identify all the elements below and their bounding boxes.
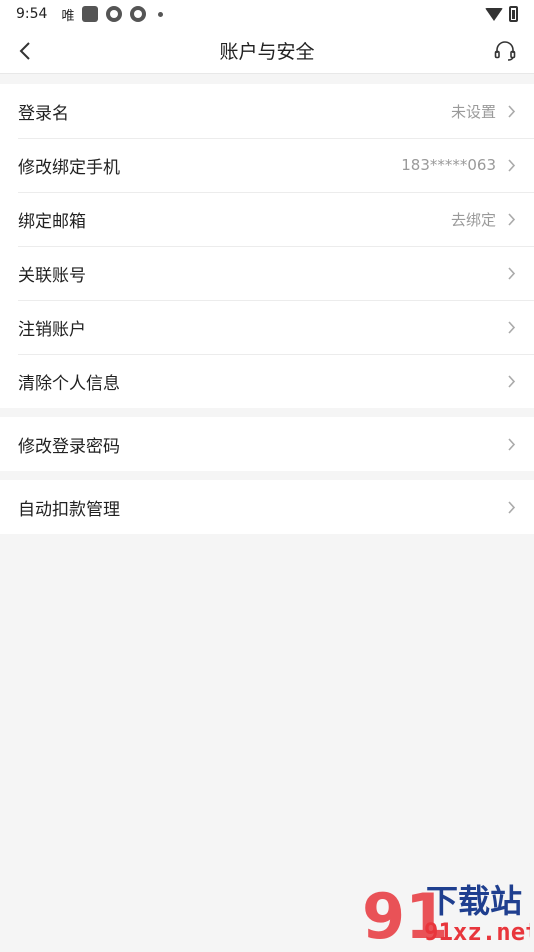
row-linked-accounts[interactable]: 关联账号 (0, 246, 534, 300)
battery-icon (509, 6, 518, 22)
row-value: 未设置 (451, 101, 496, 122)
chevron-right-icon (506, 103, 516, 119)
back-button[interactable] (10, 36, 40, 66)
headset-icon (493, 39, 517, 63)
chevron-right-icon (506, 436, 516, 452)
row-clear-personal-info[interactable]: 清除个人信息 (0, 354, 534, 408)
chevron-right-icon (506, 265, 516, 281)
watermark-url-text: 91xz.net (424, 918, 530, 946)
status-left: 9:54 唯 (16, 5, 163, 24)
row-label: 关联账号 (18, 261, 86, 286)
password-group: 修改登录密码 (0, 417, 534, 471)
chevron-left-icon (18, 40, 32, 62)
account-settings-group: 登录名 未设置 修改绑定手机 183*****063 绑定邮箱 去绑定 关联账号… (0, 84, 534, 408)
row-change-phone[interactable]: 修改绑定手机 183*****063 (0, 138, 534, 192)
row-label: 清除个人信息 (18, 369, 120, 394)
square-app-icon (82, 6, 98, 22)
nav-bar: 账户与安全 (0, 28, 534, 74)
row-value: 去绑定 (451, 209, 496, 230)
chevron-right-icon (506, 499, 516, 515)
app-circle-icon (130, 6, 146, 22)
app-circle-icon (106, 6, 122, 22)
status-time: 9:54 (16, 6, 47, 22)
row-value: 183*****063 (401, 156, 496, 174)
row-auto-debit-management[interactable]: 自动扣款管理 (0, 480, 534, 534)
page-title: 账户与安全 (219, 37, 314, 64)
row-delete-account[interactable]: 注销账户 (0, 300, 534, 354)
row-login-name[interactable]: 登录名 未设置 (0, 84, 534, 138)
chevron-right-icon (506, 211, 516, 227)
row-label: 自动扣款管理 (18, 495, 120, 520)
status-carrier-text: 唯 (61, 5, 74, 24)
wifi-icon (485, 8, 503, 21)
watermark-brand-text: 下载站 (426, 882, 522, 920)
customer-service-button[interactable] (490, 36, 520, 66)
row-label: 修改登录密码 (18, 432, 120, 457)
row-label: 注销账户 (18, 315, 86, 340)
row-label: 修改绑定手机 (18, 153, 120, 178)
watermark: 91 下载站 91xz.net (360, 876, 530, 948)
row-bind-email[interactable]: 绑定邮箱 去绑定 (0, 192, 534, 246)
status-bar: 9:54 唯 (0, 0, 534, 28)
row-change-password[interactable]: 修改登录密码 (0, 417, 534, 471)
status-right (485, 6, 518, 22)
row-label: 登录名 (18, 99, 69, 124)
row-label: 绑定邮箱 (18, 207, 86, 232)
chevron-right-icon (506, 319, 516, 335)
payment-group: 自动扣款管理 (0, 480, 534, 534)
chevron-right-icon (506, 157, 516, 173)
dot-icon (158, 12, 163, 17)
watermark-logo: 91 下载站 91xz.net (360, 876, 530, 948)
chevron-right-icon (506, 373, 516, 389)
